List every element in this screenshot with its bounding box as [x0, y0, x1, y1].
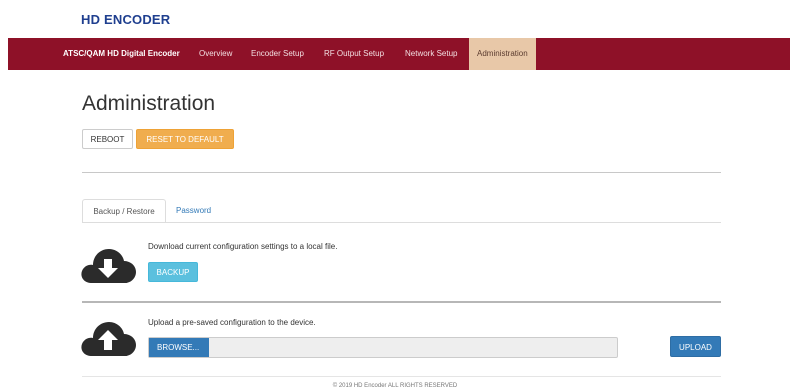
footer-copyright: © 2019 HD Encoder ALL RIGHTS RESERVED	[332, 383, 458, 389]
nav-item-rf-output-setup[interactable]: RF Output Setup	[324, 38, 384, 70]
cloud-upload-icon	[81, 322, 136, 356]
nav-item-administration[interactable]: Administration	[469, 38, 536, 70]
nav-item-encoder-setup[interactable]: Encoder Setup	[251, 38, 304, 70]
nav-brand-title[interactable]: ATSC/QAM HD Digital Encoder	[63, 49, 180, 58]
brand-logo: HD ENCODER	[81, 12, 171, 27]
tab-password[interactable]: Password	[176, 199, 211, 223]
reboot-button[interactable]: REBOOT	[82, 129, 133, 149]
file-input[interactable]: BROWSE...	[148, 337, 618, 358]
nav-item-network-setup[interactable]: Network Setup	[405, 38, 457, 70]
browse-button[interactable]: BROWSE...	[149, 338, 209, 357]
backup-button[interactable]: BACKUP	[148, 262, 198, 282]
top-navbar: ATSC/QAM HD Digital Encoder Overview Enc…	[8, 38, 790, 70]
restore-description: Upload a pre-saved configuration to the …	[148, 318, 316, 327]
tab-backup-restore[interactable]: Backup / Restore	[82, 199, 166, 223]
page-title: Administration	[82, 92, 216, 115]
backup-description: Download current configuration settings …	[148, 242, 338, 251]
footer-divider	[82, 376, 721, 377]
cloud-download-icon	[81, 249, 136, 283]
section-divider-2	[82, 301, 721, 303]
nav-item-overview[interactable]: Overview	[199, 38, 232, 70]
section-divider	[82, 172, 721, 173]
reset-to-default-button[interactable]: RESET TO DEFAULT	[136, 129, 234, 149]
tabs-underline	[82, 222, 721, 223]
upload-button[interactable]: UPLOAD	[670, 336, 721, 357]
